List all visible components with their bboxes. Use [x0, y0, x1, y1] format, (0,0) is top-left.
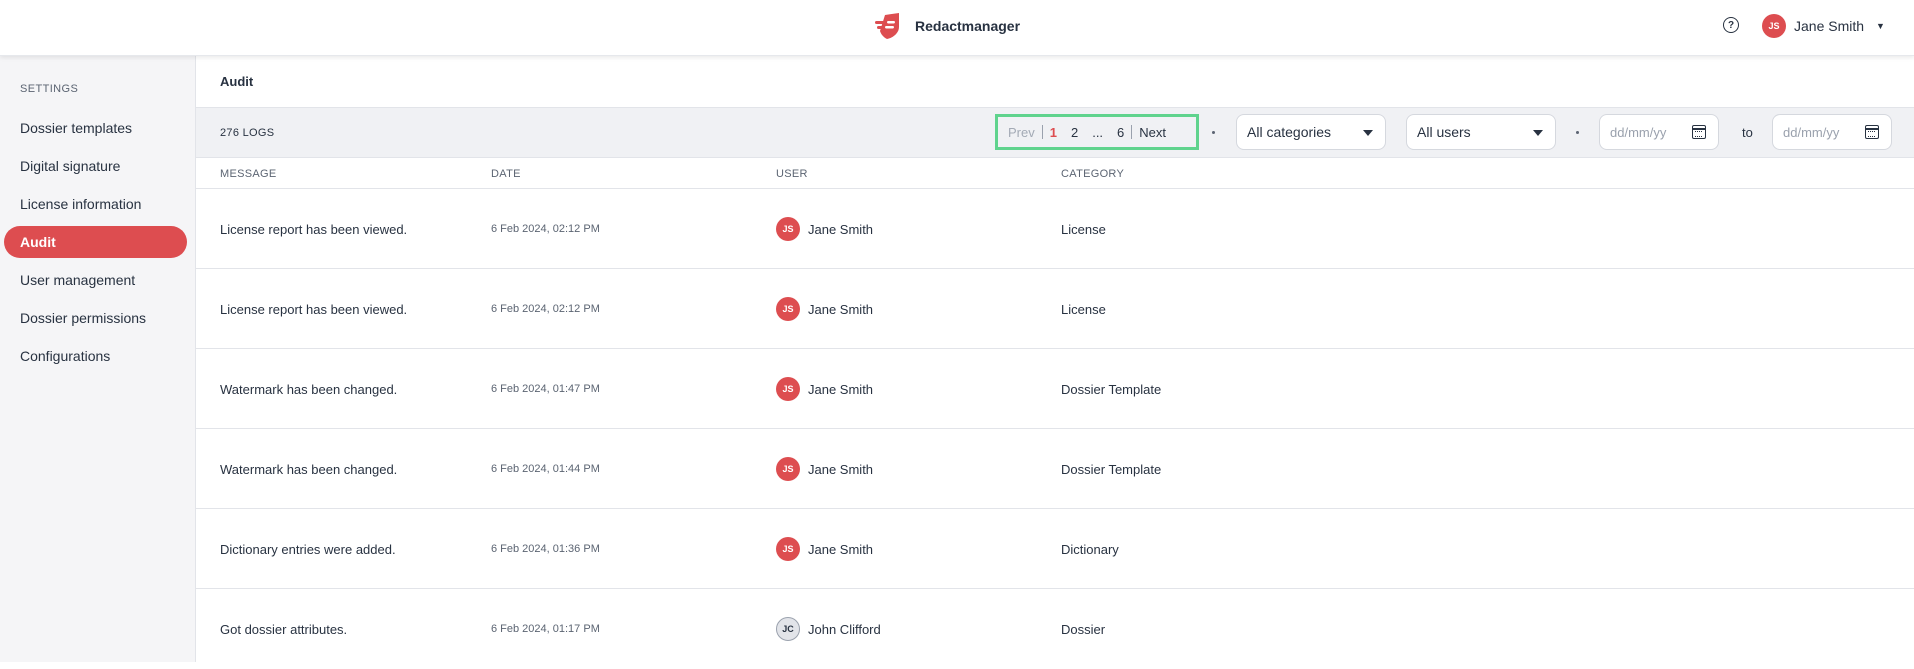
row-message: Watermark has been changed. [220, 461, 398, 477]
page-title: Audit [220, 74, 254, 89]
pagination: Prev 1 2 ... 6 Next [995, 114, 1199, 150]
user-name: Jane Smith [1794, 18, 1865, 34]
avatar: JS [776, 297, 800, 321]
caret-down-icon: ▼ [1876, 21, 1885, 31]
page-6-button[interactable]: 6 [1110, 125, 1131, 140]
sidebar-item-label: Dossier permissions [20, 310, 147, 326]
date-range-to-label: to [1742, 125, 1753, 140]
top-bar: Redactmanager ? JS Jane Smith ▼ [0, 0, 1914, 56]
row-user: JS Jane Smith [776, 509, 873, 589]
sidebar-item-label: License information [20, 196, 142, 212]
row-user: JS Jane Smith [776, 269, 873, 349]
sidebar-item-label: Audit [20, 234, 56, 250]
user-menu[interactable]: JS Jane Smith ▼ [1762, 14, 1885, 38]
row-category: Dossier Template [1061, 461, 1162, 477]
separator-dot [1212, 131, 1215, 134]
user-filter-value: All users [1417, 124, 1471, 140]
row-message: Dictionary entries were added. [220, 541, 396, 557]
next-page-button[interactable]: Next [1132, 125, 1173, 140]
avatar: JC [776, 617, 800, 641]
brand[interactable]: Redactmanager [873, 11, 1020, 41]
sidebar-item-user-management[interactable]: User management [4, 264, 187, 296]
avatar: JS [776, 457, 800, 481]
row-user-name: Jane Smith [808, 381, 874, 397]
row-date: 6 Feb 2024, 01:44 PM [491, 463, 600, 475]
date-from-field[interactable] [1599, 114, 1719, 150]
main-content: Audit 276 LOGS Prev 1 2 ... 6 Next All c… [196, 56, 1914, 662]
avatar: JS [776, 217, 800, 241]
row-message: Watermark has been changed. [220, 381, 398, 397]
sidebar-item-dossier-templates[interactable]: Dossier templates [4, 112, 187, 144]
table-row[interactable]: License report has been viewed. 6 Feb 20… [196, 189, 1914, 269]
page-1-button[interactable]: 1 [1043, 125, 1064, 140]
row-category: License [1061, 301, 1106, 317]
column-header-category: CATEGORY [1061, 168, 1125, 180]
page-2-button[interactable]: 2 [1064, 125, 1085, 140]
sidebar-item-label: User management [20, 272, 136, 288]
logs-count: 276 LOGS [220, 127, 275, 139]
row-user-name: Jane Smith [808, 221, 874, 237]
row-date: 6 Feb 2024, 01:36 PM [491, 543, 600, 555]
row-user-name: Jane Smith [808, 301, 874, 317]
chevron-down-icon [1363, 130, 1373, 136]
row-user-name: Jane Smith [808, 541, 874, 557]
table-header: MESSAGE DATE USER CATEGORY [196, 158, 1914, 189]
table-row[interactable]: Got dossier attributes. 6 Feb 2024, 01:1… [196, 589, 1914, 669]
table-row[interactable]: Watermark has been changed. 6 Feb 2024, … [196, 429, 1914, 509]
avatar: JS [776, 537, 800, 561]
sidebar-item-license-information[interactable]: License information [4, 188, 187, 220]
avatar: JS [776, 377, 800, 401]
sidebar-item-digital-signature[interactable]: Digital signature [4, 150, 187, 182]
row-user-name: Jane Smith [808, 461, 874, 477]
redactmanager-logo-icon [875, 13, 899, 39]
sidebar-item-label: Digital signature [20, 158, 121, 174]
category-filter-select[interactable]: All categories [1236, 114, 1386, 150]
row-user: JS Jane Smith [776, 349, 873, 429]
row-message: Got dossier attributes. [220, 621, 348, 637]
row-category: Dictionary [1061, 541, 1119, 557]
settings-sidebar: SETTINGS Dossier templates Digital signa… [0, 56, 196, 662]
table-row[interactable]: License report has been viewed. 6 Feb 20… [196, 269, 1914, 349]
calendar-icon[interactable] [1692, 125, 1706, 139]
column-header-message: MESSAGE [220, 168, 277, 180]
sidebar-item-configurations[interactable]: Configurations [4, 340, 187, 372]
row-user: JS Jane Smith [776, 429, 873, 509]
sidebar-heading: SETTINGS [20, 83, 79, 95]
row-message: License report has been viewed. [220, 221, 408, 237]
row-date: 6 Feb 2024, 01:17 PM [491, 623, 600, 635]
date-to-input[interactable] [1783, 124, 1863, 140]
calendar-icon[interactable] [1865, 125, 1879, 139]
date-to-field[interactable] [1772, 114, 1892, 150]
avatar: JS [1762, 14, 1786, 38]
row-date: 6 Feb 2024, 02:12 PM [491, 223, 600, 235]
column-header-user: USER [776, 168, 808, 180]
column-header-date: DATE [491, 168, 521, 180]
sidebar-item-label: Dossier templates [20, 120, 133, 136]
row-category: License [1061, 221, 1106, 237]
table-row[interactable]: Dictionary entries were added. 6 Feb 202… [196, 509, 1914, 589]
prev-page-button[interactable]: Prev [998, 125, 1042, 140]
sidebar-item-audit[interactable]: Audit [4, 226, 187, 258]
row-user-name: John Clifford [808, 621, 881, 637]
table-row[interactable]: Watermark has been changed. 6 Feb 2024, … [196, 349, 1914, 429]
sidebar-item-dossier-permissions[interactable]: Dossier permissions [4, 302, 187, 334]
separator-dot [1576, 131, 1579, 134]
row-category: Dossier [1061, 621, 1106, 637]
row-message: License report has been viewed. [220, 301, 408, 317]
help-circle-icon[interactable]: ? [1723, 17, 1739, 33]
sidebar-item-label: Configurations [20, 348, 111, 364]
row-date: 6 Feb 2024, 01:47 PM [491, 383, 600, 395]
category-filter-value: All categories [1247, 124, 1332, 140]
user-filter-select[interactable]: All users [1406, 114, 1556, 150]
row-user: JC John Clifford [776, 589, 881, 669]
row-user: JS Jane Smith [776, 189, 873, 269]
chevron-down-icon [1533, 130, 1543, 136]
row-category: Dossier Template [1061, 381, 1162, 397]
audit-toolbar: 276 LOGS Prev 1 2 ... 6 Next All categor… [196, 108, 1914, 158]
row-date: 6 Feb 2024, 02:12 PM [491, 303, 600, 315]
app-name: Redactmanager [915, 18, 1021, 34]
date-from-input[interactable] [1610, 124, 1690, 140]
page-ellipsis: ... [1092, 124, 1104, 140]
